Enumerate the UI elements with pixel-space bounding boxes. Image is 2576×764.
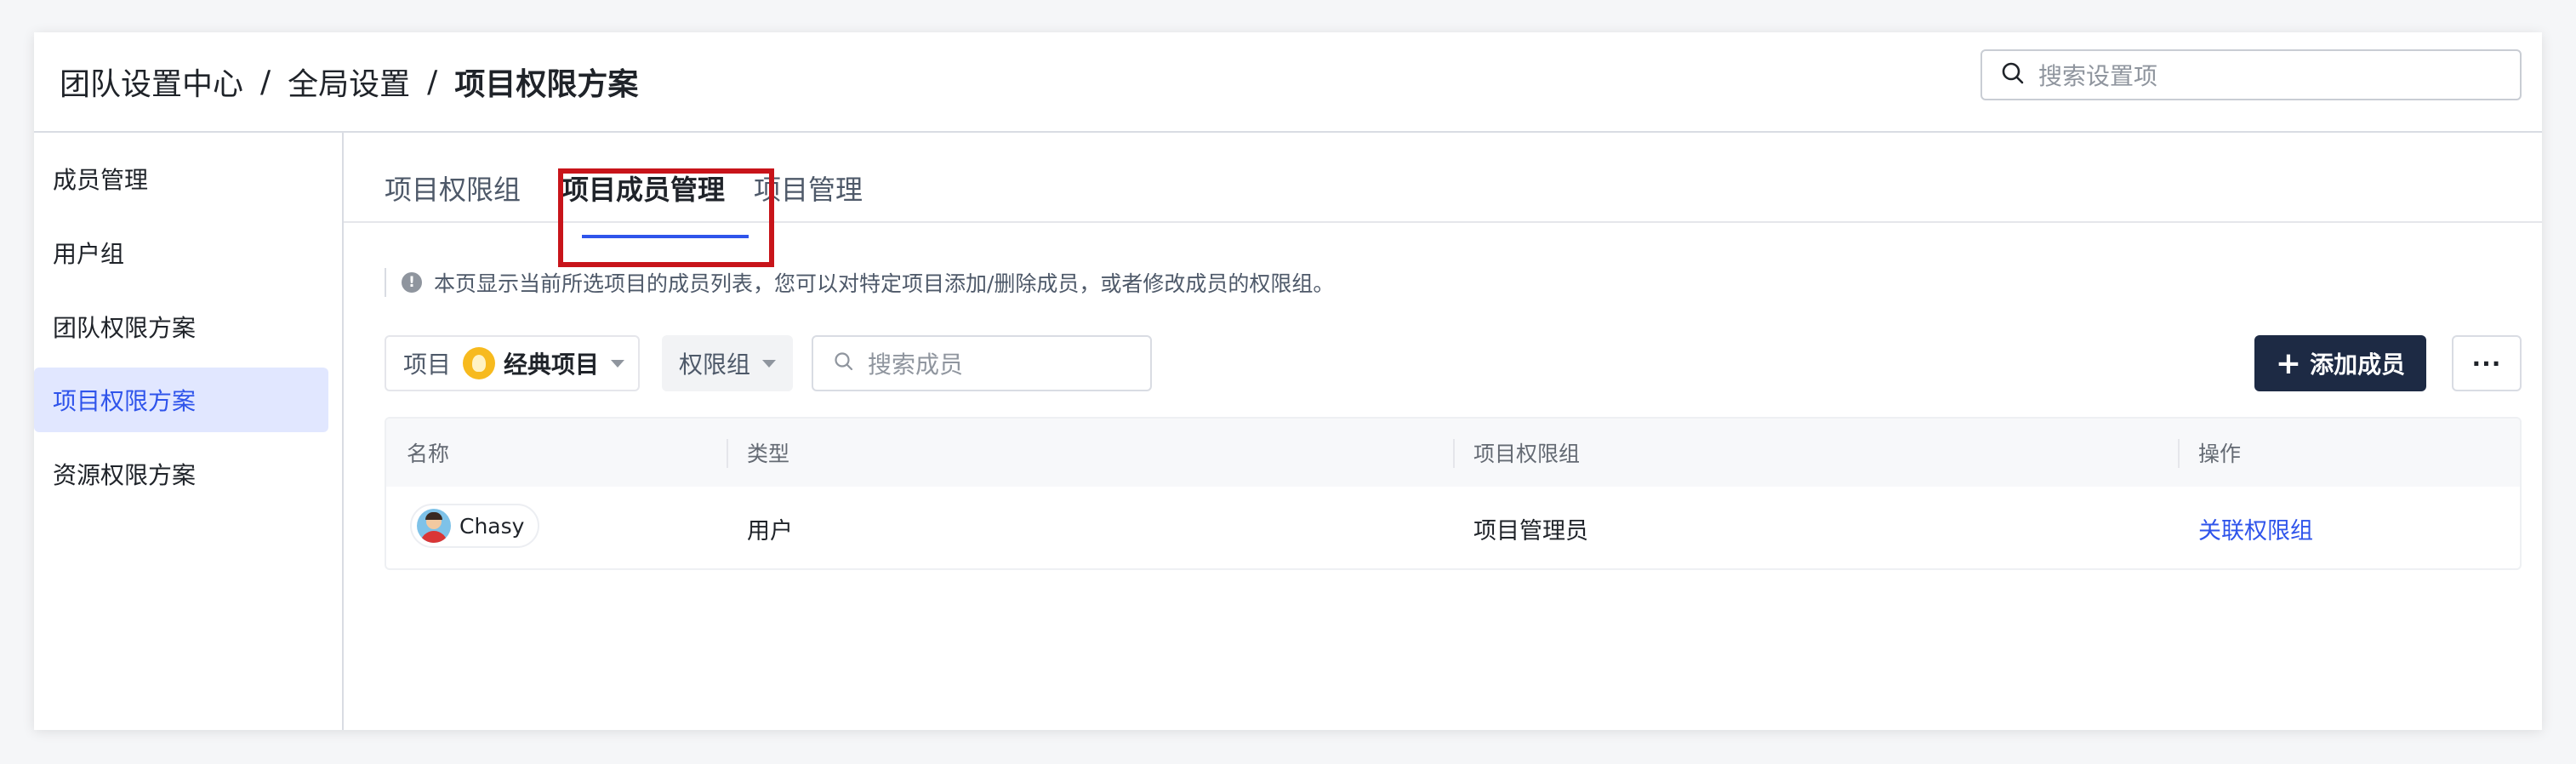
avatar xyxy=(417,509,451,543)
settings-search-input[interactable]: 搜索设置项 xyxy=(1980,49,2522,100)
sidebar-item-resource-permission-scheme[interactable]: 资源权限方案 xyxy=(34,442,328,506)
plus-icon: + xyxy=(2275,345,2302,381)
column-divider xyxy=(1453,439,1455,468)
project-filter-value: 经典项目 xyxy=(504,351,600,379)
permission-group-filter-label: 权限组 xyxy=(679,351,751,379)
table-header: 名称 类型 项目权限组 操作 xyxy=(386,419,2520,487)
sidebar-item-user-groups[interactable]: 用户组 xyxy=(34,220,328,285)
column-divider xyxy=(2178,439,2180,468)
breadcrumb-level1[interactable]: 团队设置中心 xyxy=(60,60,243,104)
info-icon: ! xyxy=(402,272,422,293)
notice-divider xyxy=(385,268,386,297)
top-bar: 团队设置中心 / 全局设置 / 项目权限方案 搜索设置项 xyxy=(34,32,2542,133)
breadcrumb: 团队设置中心 / 全局设置 / 项目权限方案 xyxy=(60,60,638,104)
chevron-down-icon xyxy=(611,359,625,368)
tab-project-permission-groups[interactable]: 项目权限组 xyxy=(385,168,521,208)
settings-search-placeholder: 搜索设置项 xyxy=(2038,62,2158,90)
user-chip[interactable]: Chasy xyxy=(410,504,540,548)
table-row: Chasy 用户 项目管理员 关联权限组 xyxy=(386,487,2520,568)
add-member-button[interactable]: + 添加成员 xyxy=(2254,335,2426,391)
sidebar-item-member-management[interactable]: 成员管理 xyxy=(34,146,328,211)
member-table: 名称 类型 项目权限组 操作 Chasy 用户 项目管理员 关联权限组 xyxy=(385,417,2522,570)
search-icon xyxy=(834,351,854,375)
member-search-placeholder: 搜索成员 xyxy=(868,351,964,379)
column-header-actions: 操作 xyxy=(2198,442,2242,466)
permission-group-filter-select[interactable]: 权限组 xyxy=(662,335,793,391)
member-search-input[interactable]: 搜索成员 xyxy=(812,335,1152,391)
link-permission-group-link[interactable]: 关联权限组 xyxy=(2198,512,2313,545)
more-icon: ··· xyxy=(2471,349,2502,378)
project-filter-select[interactable]: 项目 经典项目 xyxy=(385,335,640,391)
breadcrumb-current: 项目权限方案 xyxy=(454,67,639,102)
sidebar-item-team-permission-scheme[interactable]: 团队权限方案 xyxy=(34,294,328,359)
column-header-type: 类型 xyxy=(747,442,790,466)
more-options-button[interactable]: ··· xyxy=(2452,335,2522,391)
settings-window: 团队设置中心 / 全局设置 / 项目权限方案 搜索设置项 成员管理 用户组 团队… xyxy=(34,32,2542,730)
user-type: 用户 xyxy=(747,518,793,544)
notice-text: 本页显示当前所选项目的成员列表，您可以对特定项目添加/删除成员，或者修改成员的权… xyxy=(434,271,1335,296)
breadcrumb-separator: / xyxy=(260,64,271,100)
user-name: Chasy xyxy=(459,513,525,539)
breadcrumb-level2[interactable]: 全局设置 xyxy=(288,60,410,104)
bulb-icon xyxy=(463,347,496,379)
sidebar: 成员管理 用户组 团队权限方案 项目权限方案 资源权限方案 xyxy=(34,133,344,730)
add-member-label: 添加成员 xyxy=(2310,351,2406,379)
chevron-down-icon xyxy=(762,359,777,368)
column-header-project-group: 项目权限组 xyxy=(1473,442,1581,466)
user-project-group: 项目管理员 xyxy=(1473,518,1588,544)
search-icon xyxy=(2001,61,2025,88)
sidebar-item-project-permission-scheme[interactable]: 项目权限方案 xyxy=(34,368,328,432)
breadcrumb-separator: / xyxy=(427,64,438,100)
notice-banner: ! 本页显示当前所选项目的成员列表，您可以对特定项目添加/删除成员，或者修改成员… xyxy=(385,267,1334,298)
project-filter-label: 项目 xyxy=(403,351,452,379)
column-divider xyxy=(727,439,728,468)
highlight-annotation-box xyxy=(558,168,774,267)
column-header-name: 名称 xyxy=(407,442,450,466)
